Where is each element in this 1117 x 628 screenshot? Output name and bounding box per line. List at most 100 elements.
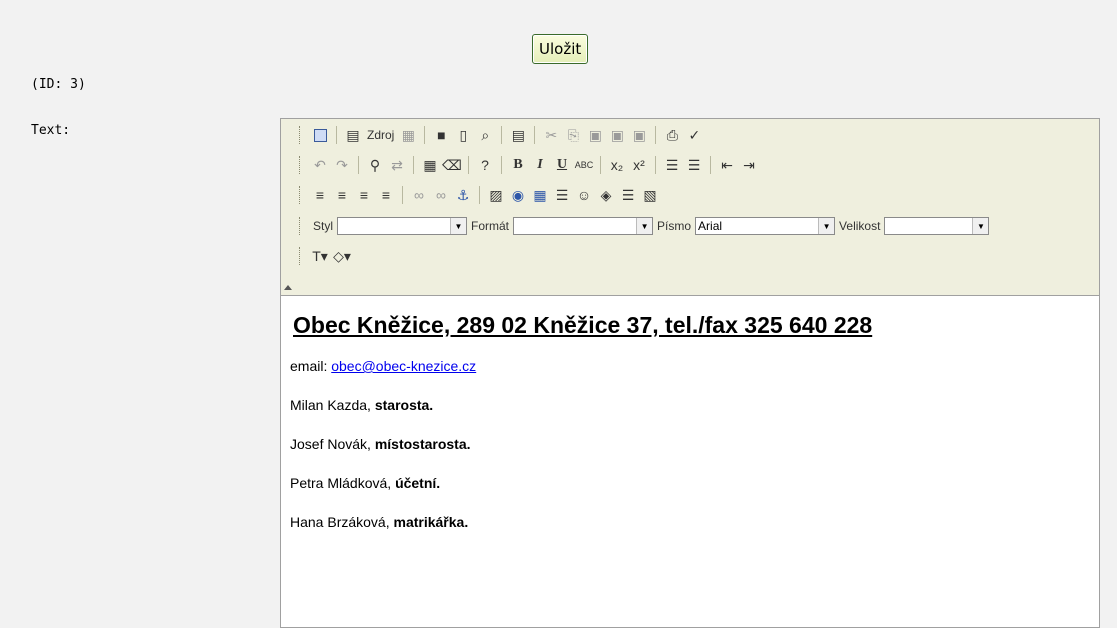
- separator: [655, 156, 656, 174]
- unlink-icon[interactable]: ∞: [430, 184, 452, 206]
- maximize-icon[interactable]: [309, 124, 331, 146]
- toolbar-grip: [299, 156, 303, 174]
- templates-icon[interactable]: ▤: [507, 124, 529, 146]
- chevron-down-icon: ▼: [818, 218, 835, 234]
- text-field-label: Text:: [31, 123, 71, 138]
- person-name: Milan Kazda,: [290, 397, 375, 413]
- chevron-down-icon: ▼: [450, 218, 467, 234]
- copy-icon[interactable]: ⎘: [562, 124, 584, 146]
- font-dropdown[interactable]: Arial ▼: [695, 217, 836, 235]
- preview-icon[interactable]: ⌕: [474, 124, 496, 146]
- smiley-icon[interactable]: ☺: [573, 184, 595, 206]
- bulleted-list-icon[interactable]: ☰: [683, 154, 705, 176]
- separator: [358, 156, 359, 174]
- toolbar-grip: [299, 126, 303, 144]
- cut-icon[interactable]: ✂: [540, 124, 562, 146]
- special-char-icon[interactable]: ◈: [595, 184, 617, 206]
- collapse-toolbar-icon[interactable]: [284, 285, 292, 290]
- toolbar-row-5: T▾ ◇▾: [299, 244, 353, 268]
- style-dropdown[interactable]: ▼: [337, 217, 468, 235]
- select-all-icon[interactable]: ▦: [419, 154, 441, 176]
- text-color-icon[interactable]: T▾: [309, 245, 331, 267]
- new-page-icon[interactable]: ▯: [452, 124, 474, 146]
- email-link[interactable]: obec@obec-knezice.cz: [331, 358, 476, 374]
- content-heading: Obec Kněžice, 289 02 Kněžice 37, tel./fa…: [293, 312, 873, 338]
- image-icon[interactable]: ▨: [485, 184, 507, 206]
- email-prefix: email:: [290, 358, 332, 374]
- redo-icon[interactable]: ↷: [331, 154, 353, 176]
- person-role: matrikářka.: [393, 514, 469, 530]
- save-icon[interactable]: ■: [430, 124, 452, 146]
- horizontal-rule-icon[interactable]: ☰: [551, 184, 573, 206]
- person-line: Milan Kazda, starosta.: [290, 396, 1090, 414]
- font-label: Písmo: [657, 219, 692, 233]
- person-line: Josef Novák, místostarosta.: [290, 435, 1090, 453]
- find-icon[interactable]: ⚲: [364, 154, 386, 176]
- editor-content[interactable]: Obec Kněžice, 289 02 Kněžice 37, tel./fa…: [281, 296, 1099, 562]
- spellcheck-icon[interactable]: ✓: [683, 124, 705, 146]
- email-line: email: obec@obec-knezice.cz: [290, 357, 1090, 375]
- table-icon[interactable]: ▦: [529, 184, 551, 206]
- paste-word-icon[interactable]: ▣: [628, 124, 650, 146]
- background-color-icon[interactable]: ◇▾: [331, 245, 353, 267]
- bold-icon[interactable]: B: [507, 154, 529, 176]
- chevron-down-icon: ▼: [972, 218, 989, 234]
- toolbar-row-4: Styl ▼ Formát ▼ Písmo Arial ▼ Velikost ▼: [299, 214, 990, 238]
- source-icon[interactable]: ▤: [342, 124, 364, 146]
- person-name: Petra Mládková,: [290, 475, 396, 491]
- paste-text-icon[interactable]: ▣: [606, 124, 628, 146]
- replace-icon[interactable]: ⇄: [386, 154, 408, 176]
- person-line: Petra Mládková, účetní.: [290, 474, 1090, 492]
- justify-icon[interactable]: ≡: [375, 184, 397, 206]
- help-icon[interactable]: ?: [474, 154, 496, 176]
- style-label: Styl: [313, 219, 334, 233]
- separator: [336, 126, 337, 144]
- underline-icon[interactable]: U: [551, 154, 573, 176]
- source-button[interactable]: Zdroj: [364, 124, 397, 146]
- remove-format-icon[interactable]: ⌫: [441, 154, 463, 176]
- italic-icon[interactable]: I: [529, 154, 551, 176]
- div-icon[interactable]: ▧: [639, 184, 661, 206]
- align-left-icon[interactable]: ≡: [309, 184, 331, 206]
- undo-icon[interactable]: ↶: [309, 154, 331, 176]
- align-center-icon[interactable]: ≡: [331, 184, 353, 206]
- paste-template-icon[interactable]: ▦: [397, 124, 419, 146]
- separator: [534, 126, 536, 144]
- outdent-icon[interactable]: ⇤: [716, 154, 738, 176]
- indent-icon[interactable]: ⇥: [738, 154, 760, 176]
- separator: [655, 126, 657, 144]
- strikethrough-icon[interactable]: ABC: [573, 154, 595, 176]
- toolbar-row-2: ↶ ↷ ⚲ ⇄ ▦ ⌫ ? B I U ABC x₂ x² ☰ ☰ ⇤ ⇥: [299, 153, 760, 177]
- person-role: místostarosta.: [374, 436, 471, 452]
- toolbar-grip: [299, 247, 303, 265]
- superscript-icon[interactable]: x²: [628, 154, 650, 176]
- toolbar-grip: [299, 186, 303, 204]
- separator: [710, 156, 711, 174]
- separator: [468, 156, 469, 174]
- print-icon[interactable]: ⎙: [661, 124, 683, 146]
- person-role: starosta.: [374, 397, 434, 413]
- font-value: Arial: [698, 219, 723, 233]
- toolbar-grip: [299, 217, 303, 235]
- separator: [600, 156, 601, 174]
- format-dropdown[interactable]: ▼: [513, 217, 654, 235]
- flash-icon[interactable]: ◉: [507, 184, 529, 206]
- toolbar-row-3: ≡ ≡ ≡ ≡ ∞ ∞ ⚓ ▨ ◉ ▦ ☰ ☺ ◈ ☰ ▧: [299, 183, 661, 207]
- person-name: Josef Novák,: [290, 436, 375, 452]
- separator: [501, 126, 503, 144]
- paste-icon[interactable]: ▣: [584, 124, 606, 146]
- align-right-icon[interactable]: ≡: [353, 184, 375, 206]
- separator: [402, 186, 403, 204]
- size-dropdown[interactable]: ▼: [884, 217, 990, 235]
- rich-text-editor: ▤ Zdroj ▦ ■ ▯ ⌕ ▤ ✂ ⎘ ▣ ▣ ▣ ⎙ ✓ ↶ ↷ ⚲ ⇄: [280, 118, 1100, 628]
- page-break-icon[interactable]: ☰: [617, 184, 639, 206]
- person-line: Hana Brzáková, matrikářka.: [290, 513, 1090, 531]
- numbered-list-icon[interactable]: ☰: [661, 154, 683, 176]
- separator: [424, 126, 426, 144]
- subscript-icon[interactable]: x₂: [606, 154, 628, 176]
- editor-toolbar: ▤ Zdroj ▦ ■ ▯ ⌕ ▤ ✂ ⎘ ▣ ▣ ▣ ⎙ ✓ ↶ ↷ ⚲ ⇄: [281, 119, 1099, 296]
- anchor-icon[interactable]: ⚓: [452, 184, 474, 206]
- record-id: (ID: 3): [31, 77, 86, 92]
- save-button[interactable]: Uložit: [532, 34, 589, 64]
- link-icon[interactable]: ∞: [408, 184, 430, 206]
